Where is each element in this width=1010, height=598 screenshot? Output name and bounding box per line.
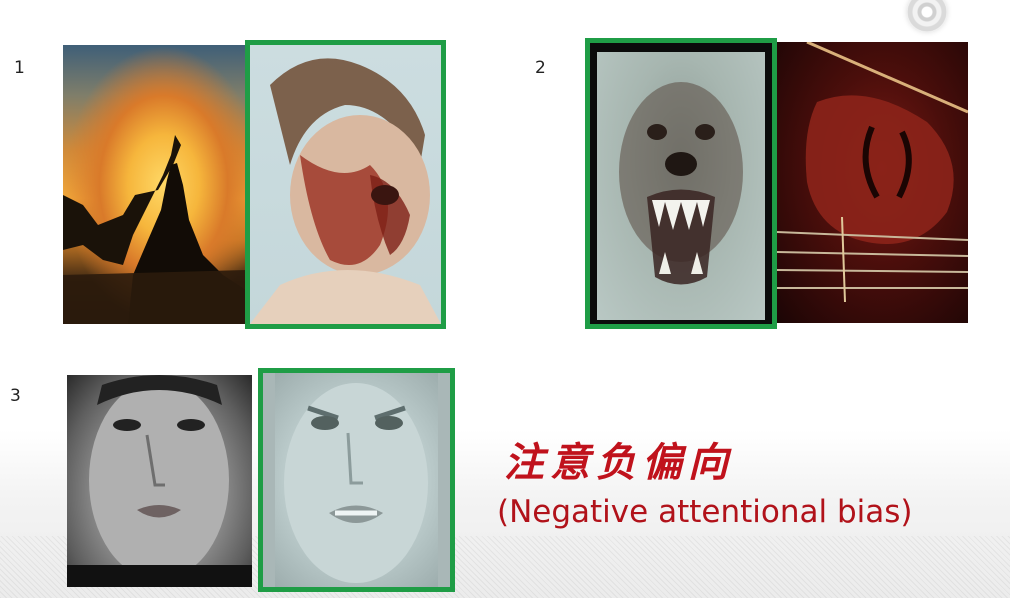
snarling-dog-image — [597, 52, 765, 320]
title-chinese: 注意负偏向 — [504, 439, 734, 486]
neutral-face-image — [67, 375, 252, 587]
title-english: (Negative attentional bias) — [497, 494, 913, 530]
violin-image — [777, 42, 968, 323]
angry-face-image — [263, 373, 450, 587]
label-1: 1 — [14, 58, 25, 78]
camera-record-icon[interactable] — [907, 0, 947, 32]
sunset-silhouette-image — [63, 45, 246, 324]
label-2: 2 — [535, 58, 546, 78]
injured-face-image — [250, 45, 441, 324]
label-3: 3 — [10, 386, 21, 406]
